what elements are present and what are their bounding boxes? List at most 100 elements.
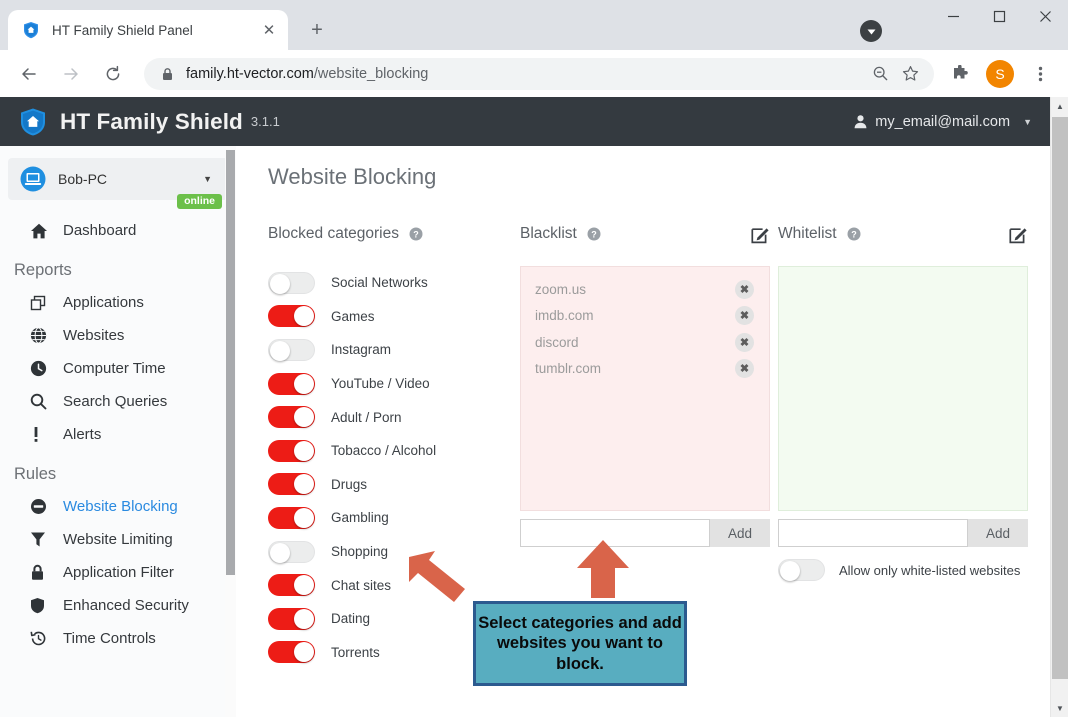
remove-entry-icon[interactable]: ✖ bbox=[735, 359, 754, 379]
maximize-window-button[interactable] bbox=[976, 0, 1022, 32]
annotation-arrow-input bbox=[577, 540, 629, 598]
zoom-out-icon[interactable] bbox=[866, 60, 894, 88]
globe-icon bbox=[30, 327, 52, 344]
category-toggle[interactable] bbox=[268, 338, 315, 361]
category-label: Tobacco / Alcohol bbox=[331, 443, 437, 459]
remove-entry-icon[interactable]: ✖ bbox=[735, 306, 754, 326]
address-bar[interactable]: family.ht-vector.com/website_blocking bbox=[144, 57, 934, 90]
category-toggle[interactable] bbox=[268, 473, 315, 496]
help-circle-icon[interactable]: ? bbox=[847, 227, 861, 241]
blacklist-add-button[interactable]: Add bbox=[710, 519, 770, 547]
blacklist-entry: imdb.com ✖ bbox=[531, 303, 759, 330]
blacklist-entry-text: zoom.us bbox=[535, 281, 587, 297]
device-selector[interactable]: Bob-PC ▼ online bbox=[8, 158, 228, 209]
sidebar-item-website-blocking[interactable]: Website Blocking bbox=[0, 490, 236, 523]
reload-button[interactable] bbox=[97, 58, 129, 90]
category-row: Shopping bbox=[268, 535, 520, 569]
sidebar-item-label: Alerts bbox=[63, 426, 102, 443]
sidebar-item-application-filter[interactable]: Application Filter bbox=[0, 556, 236, 589]
toggle-knob bbox=[294, 373, 314, 394]
whitelist-panel: Whitelist ? Add Allow only white-listed … bbox=[778, 223, 1028, 669]
category-toggle[interactable] bbox=[268, 540, 315, 563]
sidebar-item-search-queries[interactable]: Search Queries bbox=[0, 385, 236, 418]
whitelist-header: Whitelist ? bbox=[778, 223, 1028, 245]
sidebar-item-dashboard[interactable]: Dashboard bbox=[0, 214, 236, 247]
sidebar-item-applications[interactable]: Applications bbox=[0, 286, 236, 319]
puzzle-icon[interactable] bbox=[945, 59, 975, 89]
category-label: Social Networks bbox=[331, 275, 428, 291]
sidebar-item-enhanced-security[interactable]: Enhanced Security bbox=[0, 589, 236, 622]
sidebar-scrollbar-thumb[interactable] bbox=[226, 150, 235, 575]
url-host: family.ht-vector.com bbox=[186, 65, 314, 82]
browser-tab[interactable]: HT Family Shield Panel ✕ bbox=[8, 10, 288, 50]
whitelist-box[interactable] bbox=[778, 266, 1028, 511]
sidebar-scrollbar[interactable] bbox=[225, 146, 236, 717]
back-button[interactable] bbox=[13, 58, 45, 90]
star-icon[interactable] bbox=[896, 60, 924, 88]
page-scrollbar-thumb[interactable] bbox=[1052, 117, 1068, 679]
sidebar-item-websites[interactable]: Websites bbox=[0, 319, 236, 352]
sidebar-item-alerts[interactable]: Alerts bbox=[0, 418, 236, 451]
annotation-callout: Select categories and add websites you w… bbox=[473, 601, 687, 686]
whitelist-input[interactable] bbox=[778, 519, 968, 547]
category-toggle[interactable] bbox=[268, 574, 315, 597]
scroll-up-icon[interactable]: ▲ bbox=[1051, 97, 1068, 115]
sidebar-item-label: Search Queries bbox=[63, 393, 168, 410]
blacklist-entry: zoom.us ✖ bbox=[531, 276, 759, 303]
remove-entry-icon[interactable]: ✖ bbox=[735, 332, 754, 352]
device-status-badge: online bbox=[177, 194, 222, 209]
help-circle-icon[interactable]: ? bbox=[587, 227, 601, 241]
block-icon bbox=[30, 498, 52, 515]
clock-icon bbox=[30, 360, 52, 377]
url-path: /website_blocking bbox=[313, 65, 429, 82]
search-icon bbox=[30, 393, 52, 410]
downloads-badge-icon[interactable] bbox=[860, 20, 882, 42]
shield-icon bbox=[30, 597, 52, 614]
new-tab-button[interactable]: + bbox=[302, 15, 332, 45]
close-window-button[interactable] bbox=[1022, 0, 1068, 32]
history-icon bbox=[30, 630, 52, 647]
category-row: Chat sites bbox=[268, 568, 520, 602]
svg-text:?: ? bbox=[413, 229, 419, 239]
category-toggle[interactable] bbox=[268, 607, 315, 630]
category-label: Dating bbox=[331, 611, 371, 627]
category-label: Instagram bbox=[331, 342, 392, 358]
category-toggle[interactable] bbox=[268, 641, 315, 664]
edit-pencil-icon[interactable] bbox=[751, 225, 770, 244]
whitelist-add-button[interactable]: Add bbox=[968, 519, 1028, 547]
help-circle-icon[interactable]: ? bbox=[409, 227, 423, 241]
close-tab-icon[interactable]: ✕ bbox=[258, 19, 280, 41]
profile-avatar[interactable]: S bbox=[986, 59, 1014, 88]
remove-entry-icon[interactable]: ✖ bbox=[735, 279, 754, 299]
sidebar-section-reports: Reports bbox=[14, 261, 72, 279]
sidebar-item-website-limiting[interactable]: Website Limiting bbox=[0, 523, 236, 556]
category-toggle[interactable] bbox=[268, 271, 315, 294]
kebab-menu-icon[interactable] bbox=[1025, 59, 1055, 89]
category-toggle[interactable] bbox=[268, 506, 315, 529]
page-scrollbar[interactable]: ▲ ▼ bbox=[1050, 97, 1068, 717]
sidebar-item-label: Websites bbox=[63, 327, 125, 344]
svg-text:?: ? bbox=[851, 229, 857, 239]
app-version: 3.1.1 bbox=[250, 114, 280, 129]
forward-button[interactable] bbox=[55, 58, 87, 90]
toggle-knob bbox=[294, 306, 314, 327]
toggle-knob bbox=[294, 608, 314, 629]
allow-only-whitelisted-toggle[interactable] bbox=[778, 559, 825, 581]
category-row: Games bbox=[268, 300, 520, 334]
sidebar-item-label: Website Limiting bbox=[63, 531, 173, 548]
category-toggle[interactable] bbox=[268, 439, 315, 462]
category-toggle[interactable] bbox=[268, 372, 315, 395]
shield-home-icon bbox=[18, 107, 48, 137]
category-toggle[interactable] bbox=[268, 305, 315, 328]
category-toggle[interactable] bbox=[268, 406, 315, 429]
edit-pencil-icon[interactable] bbox=[1009, 225, 1028, 244]
scroll-down-icon[interactable]: ▼ bbox=[1051, 699, 1068, 717]
sidebar-item-computer-time[interactable]: Computer Time bbox=[0, 352, 236, 385]
blocked-categories-header: Blocked categories ? bbox=[268, 223, 520, 245]
blacklist-box[interactable]: zoom.us ✖ imdb.com ✖ discord ✖ tumblr.com ✖ bbox=[520, 266, 770, 511]
category-label: Adult / Porn bbox=[331, 409, 402, 425]
annotation-arrow-categories bbox=[409, 551, 465, 602]
minimize-window-button[interactable] bbox=[930, 0, 976, 32]
sidebar-item-time-controls[interactable]: Time Controls bbox=[0, 622, 236, 655]
account-menu[interactable]: my_email@mail.com ▼ bbox=[853, 114, 1032, 130]
